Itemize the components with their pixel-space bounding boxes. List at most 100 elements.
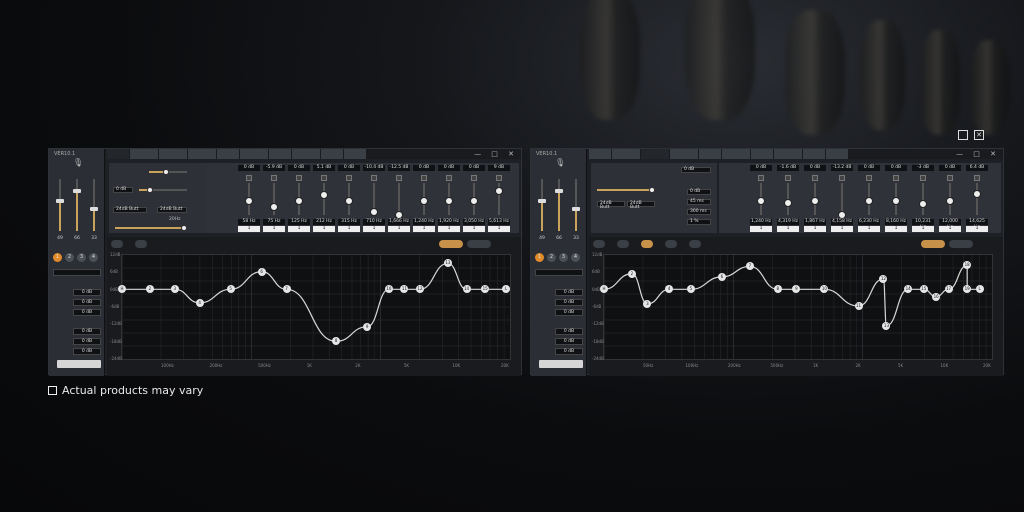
band-q[interactable]: 1 — [804, 226, 826, 232]
band-enable-checkbox[interactable] — [758, 175, 764, 181]
eq-band[interactable]: 9 dB 5,613 Hz 1 — [487, 163, 511, 233]
band-q[interactable]: 1 — [238, 226, 260, 232]
band-frequency[interactable]: 58 Hz — [238, 219, 260, 225]
preset-4[interactable]: 4 — [89, 253, 98, 262]
tab[interactable] — [292, 149, 320, 159]
band-q[interactable]: 1 — [388, 226, 410, 232]
band-q[interactable]: 1 — [885, 226, 907, 232]
eq-point-handle[interactable]: 14 — [904, 285, 913, 294]
band-q[interactable]: 1 — [338, 226, 360, 232]
band-enable-checkbox[interactable] — [974, 175, 980, 181]
fader-2[interactable]: 66 — [68, 171, 86, 241]
square-icon[interactable] — [958, 130, 968, 140]
value-box[interactable]: 0 dB — [555, 328, 583, 335]
band-q[interactable]: 1 — [858, 226, 880, 232]
save-button[interactable] — [539, 360, 583, 368]
value-box[interactable]: 0 dB — [73, 348, 101, 355]
band-handle[interactable] — [445, 197, 453, 205]
delay-row[interactable]: 1 % — [687, 219, 711, 225]
save-button[interactable] — [57, 360, 101, 368]
band-handle[interactable] — [395, 210, 403, 219]
value-box[interactable]: 0 dB — [73, 328, 101, 335]
eq-point-handle[interactable]: H — [600, 285, 608, 294]
eq-point-handle[interactable]: 16 — [932, 292, 941, 301]
band-enable-checkbox[interactable] — [396, 175, 402, 181]
tab[interactable] — [589, 149, 611, 159]
preset-4[interactable]: 4 — [571, 253, 580, 262]
band-enable-checkbox[interactable] — [947, 175, 953, 181]
band-frequency[interactable]: 1,240 Hz — [750, 219, 772, 225]
band-enable-checkbox[interactable] — [446, 175, 452, 181]
delay-title-value[interactable]: 0 dB — [681, 167, 711, 173]
toolbar-button[interactable] — [135, 240, 147, 248]
band-handle[interactable] — [345, 197, 353, 205]
band-enable-checkbox[interactable] — [271, 175, 277, 181]
fader-1[interactable]: 49 — [51, 171, 69, 241]
toolbar-button[interactable] — [949, 240, 973, 248]
band-enable-checkbox[interactable] — [346, 175, 352, 181]
eq-point-handle[interactable]: 11 — [400, 285, 409, 294]
tab[interactable] — [699, 149, 721, 159]
eq-point-handle[interactable]: 13 — [882, 321, 891, 330]
fader-1[interactable]: 49 — [533, 171, 551, 241]
tab[interactable] — [344, 149, 366, 159]
band-handle[interactable] — [495, 187, 503, 196]
crossover-gain[interactable]: 0 dB — [113, 187, 133, 193]
eq-point-handle[interactable]: 12 — [415, 285, 424, 294]
band-q[interactable]: 1 — [750, 226, 772, 232]
eq-point-handle[interactable]: 2 — [145, 285, 154, 294]
band-handle[interactable] — [420, 197, 428, 205]
tab[interactable] — [774, 149, 802, 159]
close-icon[interactable]: ✕ — [974, 130, 984, 140]
band-frequency[interactable]: 212 Hz — [313, 219, 335, 225]
eq-point-handle[interactable]: 13 — [443, 259, 452, 268]
eq-point-handle[interactable]: 14 — [462, 285, 471, 294]
band-q[interactable]: 1 — [966, 226, 988, 232]
tab[interactable] — [641, 149, 669, 159]
band-enable-checkbox[interactable] — [866, 175, 872, 181]
eq-band[interactable]: 0 dB 58 Hz 1 — [237, 163, 261, 233]
toolbar-button[interactable] — [617, 240, 629, 248]
eq-point-handle[interactable]: 15 — [481, 285, 490, 294]
slope-select-b[interactable]: 24dB Butt — [627, 201, 655, 210]
preset-3[interactable]: 3 — [77, 253, 86, 262]
preset-1[interactable]: 1 — [535, 253, 544, 262]
delay-row[interactable]: 300 ms — [687, 209, 711, 215]
value-box[interactable]: 0 dB — [555, 338, 583, 345]
band-frequency[interactable]: 1,666 Hz — [388, 219, 410, 225]
band-handle[interactable] — [811, 197, 819, 205]
band-q[interactable]: 1 — [777, 226, 799, 232]
band-enable-checkbox[interactable] — [296, 175, 302, 181]
band-q[interactable]: 1 — [939, 226, 961, 232]
toolbar-button[interactable] — [665, 240, 677, 248]
eq-point-handle[interactable]: 6 — [717, 272, 726, 281]
band-frequency[interactable]: 710 Hz — [363, 219, 385, 225]
tab[interactable] — [751, 149, 773, 159]
band-track[interactable] — [976, 183, 978, 215]
preset-1[interactable]: 1 — [53, 253, 62, 262]
eq-point-handle[interactable]: 3 — [170, 285, 179, 294]
eq-band[interactable]: 0 dB 6,230 Hz 1 — [857, 163, 881, 233]
eq-curve-graph[interactable]: H 2 3 4 5 6 7 8 9 10 11 12 13 14 15 L — [118, 254, 511, 360]
band-enable-checkbox[interactable] — [812, 175, 818, 181]
crossover-slider[interactable] — [149, 169, 187, 175]
slope-select-b[interactable]: 24dB Butt — [157, 207, 187, 213]
eq-band[interactable]: 6.4 dB 14,625 Hz1 — [965, 163, 989, 233]
band-q[interactable]: 1 — [363, 226, 385, 232]
toolbar-button[interactable] — [111, 240, 123, 248]
band-enable-checkbox[interactable] — [496, 175, 502, 181]
value-box[interactable]: 0 dB — [555, 299, 583, 306]
toolbar-button[interactable] — [689, 240, 701, 248]
band-frequency[interactable]: 6,230 Hz — [858, 219, 880, 225]
value-box[interactable]: 0 dB — [555, 348, 583, 355]
eq-point-handle[interactable]: 7 — [282, 285, 291, 294]
eq-point-handle[interactable]: 17 — [944, 285, 953, 294]
band-q[interactable]: 1 — [463, 226, 485, 232]
value-box[interactable]: 0 dB — [73, 338, 101, 345]
eq-point-handle[interactable]: 19 — [963, 285, 972, 294]
eq-band[interactable]: 0 dB 1,240 Hz 1 — [749, 163, 773, 233]
value-box[interactable]: 0 dB — [73, 309, 101, 316]
fader-2[interactable]: 66 — [550, 171, 568, 241]
eq-band[interactable]: 0 dB 1,920 Hz 1 — [437, 163, 461, 233]
eq-band[interactable]: -3 dB 10,231 Hz1 — [911, 163, 935, 233]
